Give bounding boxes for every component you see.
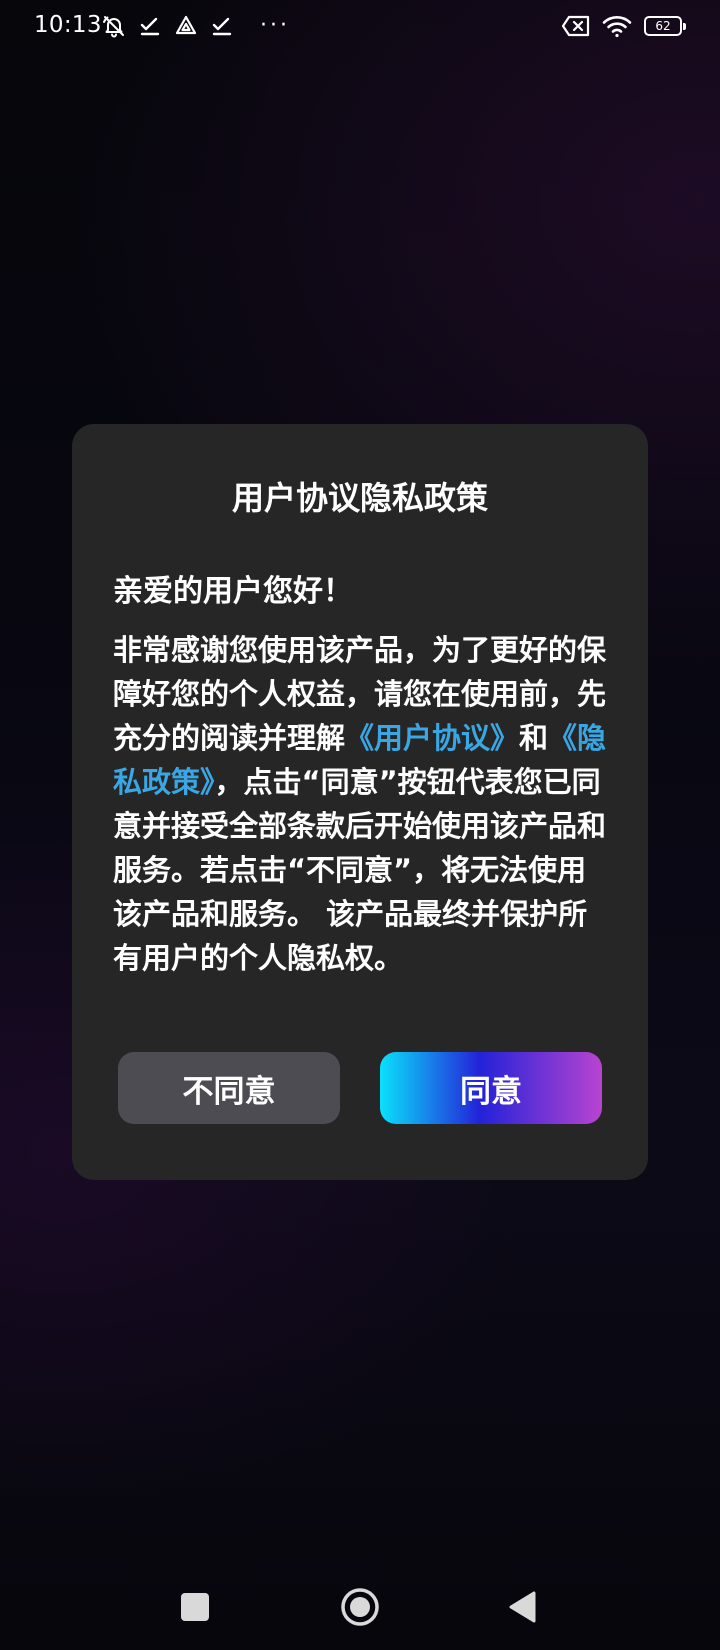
- agree-button[interactable]: 同意: [380, 1052, 602, 1124]
- privacy-dialog: 用户协议隐私政策 亲爱的用户您好！ 非常感谢您使用该产品，为了更好的保障好您的个…: [72, 424, 648, 1180]
- home-circle-icon: [341, 1588, 379, 1626]
- disagree-button[interactable]: 不同意: [118, 1052, 340, 1124]
- greeting-text: 亲爱的用户您好！: [113, 574, 353, 609]
- message-part-2: 和: [519, 721, 549, 755]
- cloud-triangle-icon: [175, 15, 197, 35]
- agreement-message: 非常感谢您使用该产品，为了更好的保障好您的个人权益，请您在使用前，先充分的阅读并…: [113, 628, 613, 980]
- recents-square-icon: [181, 1593, 209, 1621]
- home-button[interactable]: [335, 1582, 385, 1632]
- sim-disabled-icon: [562, 15, 590, 37]
- back-button[interactable]: [498, 1582, 548, 1632]
- status-time: 10:13: [34, 12, 102, 38]
- dialog-title: 用户协议隐私政策: [231, 479, 488, 517]
- muted-ring-icon: [103, 16, 124, 38]
- wifi-icon: [602, 16, 632, 38]
- check-icon: [212, 17, 232, 36]
- status-icons-right: 62: [562, 14, 686, 38]
- battery-icon: 62: [644, 16, 686, 36]
- dialog-body: 亲爱的用户您好！ 非常感谢您使用该产品，为了更好的保障好您的个人权益，请您在使用…: [113, 570, 613, 980]
- check-icon: [140, 17, 160, 36]
- status-more-indicator: ···: [260, 13, 290, 38]
- recents-button[interactable]: [170, 1582, 220, 1632]
- status-bar: 10:13 ··· 62: [0, 0, 720, 56]
- back-triangle-icon: [509, 1591, 536, 1623]
- status-icons-left: ···: [102, 14, 290, 38]
- battery-level: 62: [655, 19, 671, 33]
- user-agreement-link[interactable]: 《用户协议》: [345, 721, 519, 755]
- navigation-bar: [0, 1560, 720, 1650]
